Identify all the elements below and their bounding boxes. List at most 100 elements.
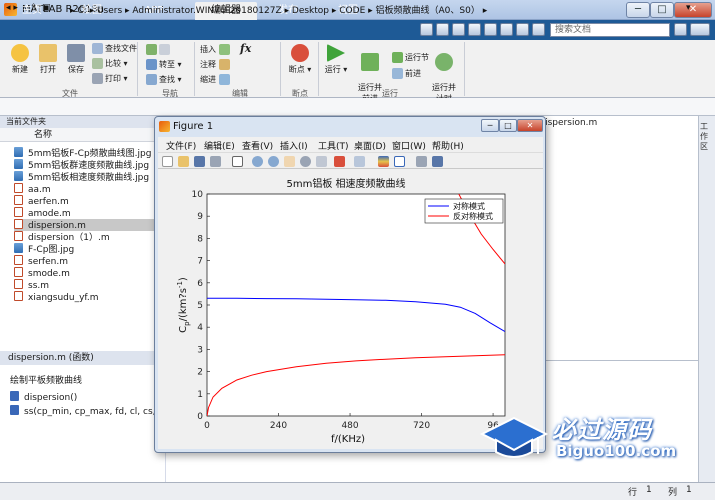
watermark-logo (479, 416, 549, 458)
file-list-item[interactable]: serfen.m (14, 255, 164, 267)
address-dropdown-icon[interactable]: ▾ (686, 3, 691, 13)
run-section-button[interactable]: 运行节 (392, 52, 429, 63)
menu-edit[interactable]: 编辑(E) (204, 139, 235, 152)
colorbar-icon[interactable] (378, 156, 389, 167)
open-button[interactable]: 打开 (34, 44, 62, 75)
run-button[interactable]: 运行 ▾ (322, 44, 350, 75)
file-list-item[interactable]: aa.m (14, 183, 164, 195)
save-icon[interactable] (194, 156, 205, 167)
legend-icon[interactable] (394, 156, 405, 167)
insert-icon (218, 44, 230, 55)
fx-button[interactable]: fx (240, 42, 251, 55)
datatip-icon[interactable] (316, 156, 327, 167)
undo-quick-icon[interactable] (484, 23, 497, 36)
file-list-item[interactable]: amode.m (14, 207, 164, 219)
find-files-icon (92, 43, 103, 54)
dock-icon[interactable] (432, 156, 443, 167)
paste-quick-icon[interactable] (468, 23, 481, 36)
play-icon (327, 44, 345, 62)
figure-minimize-button[interactable]: ─ (481, 119, 499, 132)
user-menu-icon[interactable] (690, 23, 710, 36)
file-name: dispersion（1）.m (28, 233, 110, 243)
menu-file[interactable]: 文件(F) (166, 139, 196, 152)
line-label: 行 (628, 488, 638, 498)
line-value: 1 (646, 485, 652, 495)
file-list-item[interactable]: 5mm铝板相速度频散曲线.jpg (14, 171, 164, 183)
run-advance-icon (361, 53, 379, 71)
menu-tools[interactable]: 工具(T) (318, 139, 349, 152)
print-icon[interactable] (210, 156, 221, 167)
file-list-item[interactable]: aerfen.m (14, 195, 164, 207)
workspace-label[interactable]: 工作区 (700, 122, 712, 152)
plot-area (206, 193, 506, 417)
function-item[interactable]: dispersion() (10, 391, 77, 403)
y-axis-label: Cp/(km?s-1) (176, 277, 191, 333)
zoom-out-icon[interactable] (268, 156, 279, 167)
breakpoints-button[interactable]: 断点 ▾ (285, 44, 315, 75)
copy-quick-icon[interactable] (452, 23, 465, 36)
redo-quick-icon[interactable] (500, 23, 513, 36)
file-list-item[interactable]: smode.m (14, 267, 164, 279)
search-documentation-input[interactable]: 搜索文档 (550, 23, 670, 37)
menu-desktop[interactable]: 桌面(D) (354, 139, 386, 152)
pan-icon[interactable] (284, 156, 295, 167)
file-list-item[interactable]: F-Cp图.jpg (14, 243, 164, 255)
save-button[interactable]: 保存 (62, 44, 90, 75)
help-icon[interactable] (532, 23, 545, 36)
browse-folder-icon[interactable]: ▣ (42, 3, 51, 13)
new-figure-icon[interactable] (162, 156, 173, 167)
new-button[interactable]: 新建 (6, 44, 34, 75)
file-list-item[interactable]: ss.m (14, 279, 164, 291)
hide-tools-icon[interactable] (416, 156, 427, 167)
nav-arrows[interactable]: ◂ ▸ (6, 3, 18, 13)
address-path[interactable]: ▸ C: ▸ Users ▸ Administrator.WIN7U-20180… (70, 3, 487, 16)
close-button[interactable]: ✕ (674, 2, 712, 18)
file-list-item[interactable]: dispersion（1）.m (14, 231, 164, 243)
advance-button[interactable]: 前进 (392, 68, 421, 79)
back-forward-buttons[interactable] (146, 44, 172, 55)
figure-close-button[interactable]: ✕ (517, 119, 543, 132)
goto-button[interactable]: 转至 ▾ (146, 59, 182, 70)
advance-icon (392, 68, 403, 79)
pointer-icon[interactable] (232, 156, 243, 167)
switch-windows-icon[interactable] (516, 23, 529, 36)
run-and-time-button[interactable]: 运行并 计时 (428, 44, 460, 104)
address-bar (0, 98, 715, 116)
file-name: dispersion.m (28, 221, 86, 231)
search-go-icon[interactable] (674, 23, 687, 36)
function-item[interactable]: ss(cp_min, cp_max, fd, cl, cs, mo (10, 405, 173, 417)
file-list-item[interactable]: xiangsudu_yf.m (14, 291, 164, 303)
minimize-button[interactable]: ─ (626, 2, 650, 18)
up-folder-icon[interactable]: ⇧ (30, 3, 38, 13)
menu-insert[interactable]: 插入(I) (280, 139, 308, 152)
x-axis-label: f/(KHz) (331, 434, 365, 445)
print-button[interactable]: 打印 ▾ (92, 73, 128, 84)
menu-view[interactable]: 查看(V) (242, 139, 273, 152)
menu-window[interactable]: 窗口(W) (392, 139, 426, 152)
find-files-button[interactable]: 查找文件 (92, 43, 137, 54)
figure-maximize-button[interactable]: □ (499, 119, 517, 132)
menu-help[interactable]: 帮助(H) (432, 139, 464, 152)
insert-button[interactable]: 插入 (200, 44, 232, 55)
cut-quick-icon[interactable] (436, 23, 449, 36)
maximize-button[interactable]: □ (650, 2, 674, 18)
indent-button[interactable]: 缩进 (200, 74, 232, 85)
brush-icon[interactable] (334, 156, 345, 167)
file-list-item[interactable]: 5mm铝板群速度频散曲线.jpg (14, 159, 164, 171)
file-list-item[interactable]: dispersion.m (14, 219, 164, 231)
open-icon[interactable] (178, 156, 189, 167)
save-quick-icon[interactable] (420, 23, 433, 36)
comment-button[interactable]: 注释 (200, 59, 232, 70)
file-list-item[interactable]: 5mm铝板F-Cp频散曲线图.jpg (14, 147, 164, 159)
find-button[interactable]: 查找 ▾ (146, 74, 182, 85)
file-name: 5mm铝板F-Cp频散曲线图.jpg (28, 149, 152, 159)
ribbon-divider (137, 42, 138, 96)
workspace-collapsed-strip[interactable] (698, 116, 715, 490)
figure-title: Figure 1 (173, 121, 214, 132)
name-column-header[interactable]: 名称 (0, 128, 165, 142)
rotate-icon[interactable] (300, 156, 311, 167)
zoom-in-icon[interactable] (252, 156, 263, 167)
y-tick-label: 2 (197, 368, 203, 378)
link-icon[interactable] (354, 156, 365, 167)
compare-button[interactable]: 比较 ▾ (92, 58, 128, 69)
